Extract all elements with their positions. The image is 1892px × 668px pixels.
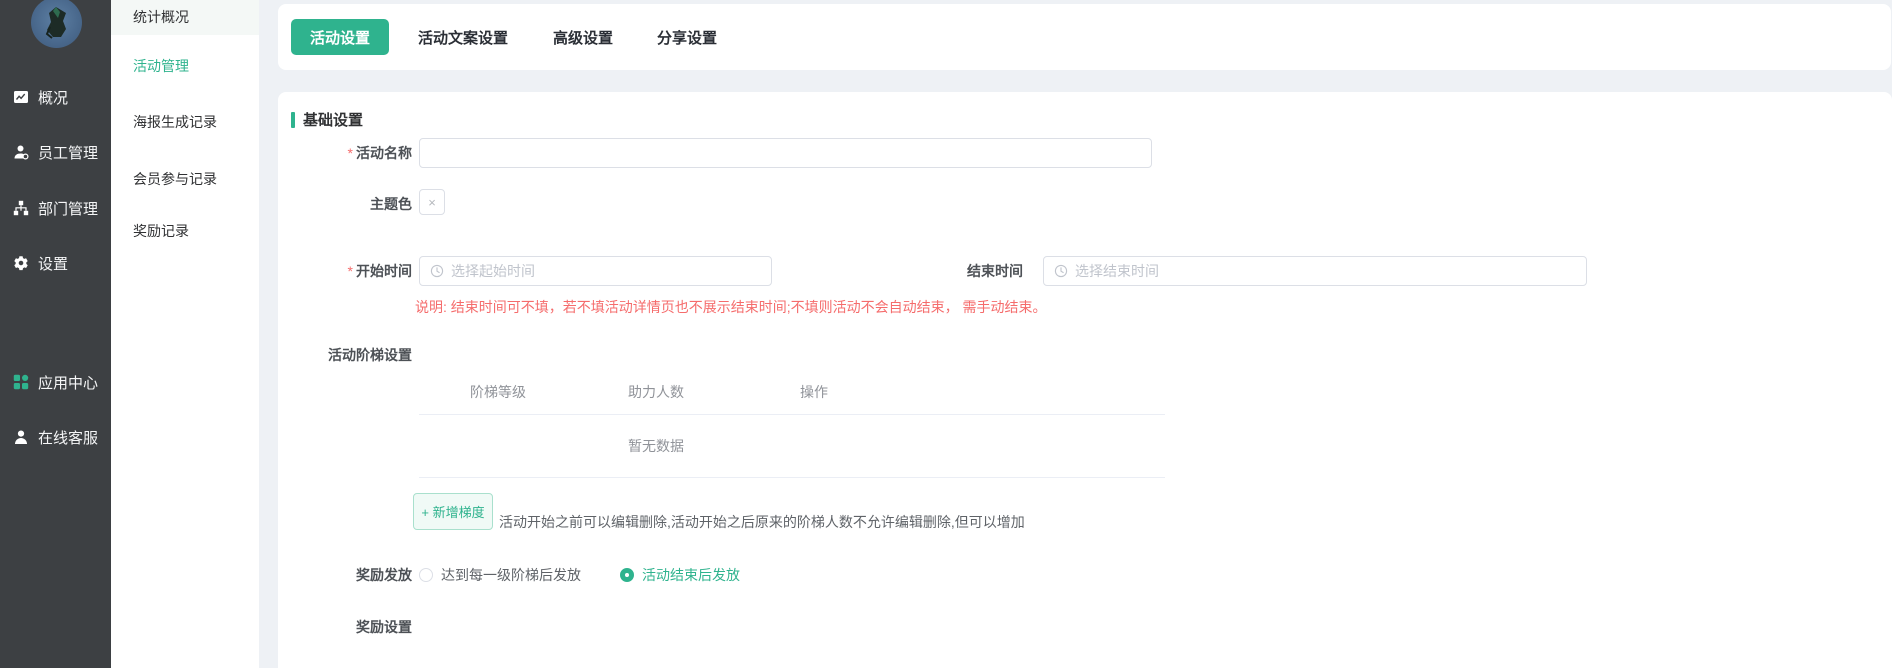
clock-icon: [1054, 264, 1068, 278]
ladder-table: 阶梯等级 助力人数 操作 暂无数据: [419, 370, 1165, 478]
clock-icon: [430, 264, 444, 278]
sidebar2-item-stats-overview[interactable]: 统计概况: [111, 0, 259, 35]
sidebar-item-label: 部门管理: [38, 198, 98, 219]
sidebar-item-label: 设置: [38, 253, 68, 274]
avatar-image: [31, 0, 82, 48]
start-time-label: *开始时间: [292, 261, 412, 281]
apps-icon: [13, 374, 29, 390]
sidebar-item-app-center[interactable]: 应用中心: [13, 371, 98, 393]
reward-settings-label: 奖励设置: [292, 617, 412, 637]
start-time-input[interactable]: 选择起始时间: [419, 256, 772, 286]
sidebar-item-label: 在线客服: [38, 427, 98, 448]
sidebar-item-overview[interactable]: 概况: [13, 86, 68, 108]
overview-icon: [13, 89, 29, 105]
theme-color-label: 主题色: [292, 194, 412, 214]
required-mark: *: [348, 145, 353, 161]
activity-name-label: *活动名称: [292, 143, 412, 163]
sidebar-item-staff[interactable]: 员工管理: [13, 141, 98, 163]
radio-grant-after-end-label[interactable]: 活动结束后发放: [642, 565, 740, 585]
column-header-helper-count: 助力人数: [577, 382, 735, 402]
sidebar-item-online-support[interactable]: 在线客服: [13, 426, 98, 448]
activity-name-input[interactable]: [419, 138, 1152, 168]
secondary-sidebar: 统计概况 活动管理 海报生成记录 会员参与记录 奖励记录: [111, 0, 259, 668]
staff-icon: [13, 144, 29, 160]
reward-grant-label: 奖励发放: [292, 565, 412, 585]
empty-state-text: 暂无数据: [419, 436, 893, 456]
department-icon: [13, 200, 29, 216]
sidebar-item-department[interactable]: 部门管理: [13, 197, 98, 219]
ladder-table-empty-row: 暂无数据: [419, 415, 1165, 478]
tab-advanced-settings[interactable]: 高级设置: [553, 27, 613, 48]
radio-grant-per-ladder[interactable]: [419, 568, 433, 582]
end-time-input[interactable]: 选择结束时间: [1043, 256, 1587, 286]
clear-color-icon: ×: [428, 195, 436, 210]
tab-share-settings[interactable]: 分享设置: [657, 27, 717, 48]
sidebar-item-label: 概况: [38, 87, 68, 108]
ladder-settings-label: 活动阶梯设置: [292, 345, 412, 365]
sidebar-item-label: 应用中心: [38, 372, 98, 393]
tab-activity-copy-settings[interactable]: 活动文案设置: [418, 27, 508, 48]
column-header-actions: 操作: [735, 382, 893, 402]
theme-color-picker[interactable]: ×: [419, 189, 445, 215]
end-time-placeholder: 选择结束时间: [1075, 261, 1159, 281]
avatar[interactable]: [31, 0, 82, 48]
end-time-label: 结束时间: [911, 261, 1023, 281]
ladder-note: 活动开始之前可以编辑删除,活动开始之后原来的阶梯人数不允许编辑删除,但可以增加: [499, 512, 1025, 532]
time-note: 说明: 结束时间可不填，若不填活动详情页也不展示结束时间;不填则活动不会自动结束…: [415, 297, 1047, 317]
sidebar-item-settings[interactable]: 设置: [13, 252, 68, 274]
radio-grant-after-end[interactable]: [620, 568, 634, 582]
sidebar2-item-member-participation[interactable]: 会员参与记录: [111, 165, 259, 193]
start-time-placeholder: 选择起始时间: [451, 261, 535, 281]
add-ladder-button[interactable]: + 新增梯度: [413, 493, 493, 530]
section-accent-bar: [291, 112, 295, 128]
column-header-ladder-level: 阶梯等级: [419, 382, 577, 402]
section-title: 基础设置: [303, 109, 363, 130]
primary-sidebar: 概况 员工管理 部门管理 设置: [0, 0, 111, 668]
support-icon: [13, 429, 29, 445]
sidebar2-item-poster-records[interactable]: 海报生成记录: [111, 108, 259, 136]
settings-icon: [13, 255, 29, 271]
tab-activity-settings[interactable]: 活动设置: [291, 19, 389, 55]
section-header: 基础设置: [291, 109, 363, 130]
required-mark: *: [348, 263, 353, 279]
radio-grant-per-ladder-label[interactable]: 达到每一级阶梯后发放: [441, 565, 581, 585]
basic-settings-card: 基础设置 *活动名称 主题色 × *开始时间 选择起始时间 结束时间 选择结束时…: [278, 92, 1892, 668]
settings-tab-bar: 活动设置 活动文案设置 高级设置 分享设置: [278, 4, 1891, 70]
admin-activity-settings-page: 概况 员工管理 部门管理 设置: [0, 0, 1892, 668]
ladder-table-header: 阶梯等级 助力人数 操作: [419, 370, 1165, 415]
sidebar-item-label: 员工管理: [38, 142, 98, 163]
sidebar2-item-activity-management[interactable]: 活动管理: [111, 52, 259, 80]
sidebar2-item-reward-records[interactable]: 奖励记录: [111, 217, 259, 245]
